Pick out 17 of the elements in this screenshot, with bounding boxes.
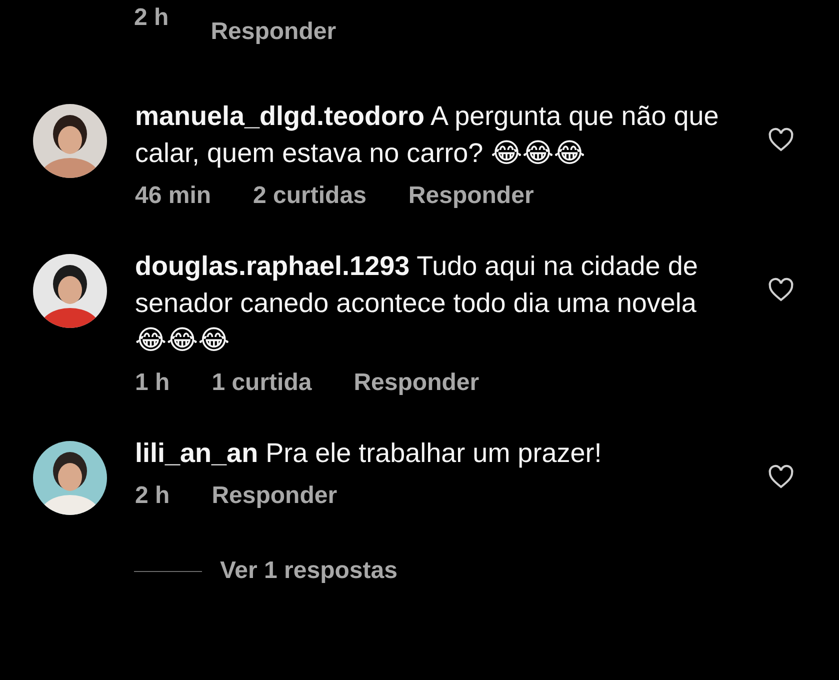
reply-link[interactable]: Responder: [354, 369, 480, 397]
reply-link[interactable]: Responder: [408, 182, 534, 210]
comment-time: 1 h: [135, 369, 170, 397]
comment-text: lili_an_an Pra ele trabalhar um prazer!: [135, 437, 603, 470]
comment-time: 2 h: [134, 4, 169, 33]
heart-icon[interactable]: [767, 463, 795, 491]
view-replies-link[interactable]: Ver 1 respostas: [220, 557, 398, 585]
comment-text: douglas.raphael.1293 Tudo aqui na cidade de senador canedo acontece todo dia uma novela 😂😂😂: [135, 250, 699, 357]
reply-link[interactable]: Responder: [210, 4, 336, 60]
comment-text: manuela_dlgd.teodoro A pergunta que não que calar, quem estava no carro? 😂😂😂: [135, 100, 720, 170]
comment-time: 46 min: [135, 182, 212, 210]
comment-time: 2 h: [135, 482, 170, 510]
likes-count[interactable]: 1 curtida: [212, 369, 312, 397]
likes-count[interactable]: 2 curtidas: [253, 182, 366, 210]
heart-icon[interactable]: [767, 126, 795, 154]
reply-link[interactable]: Responder: [212, 482, 338, 510]
heart-icon[interactable]: [767, 276, 795, 304]
